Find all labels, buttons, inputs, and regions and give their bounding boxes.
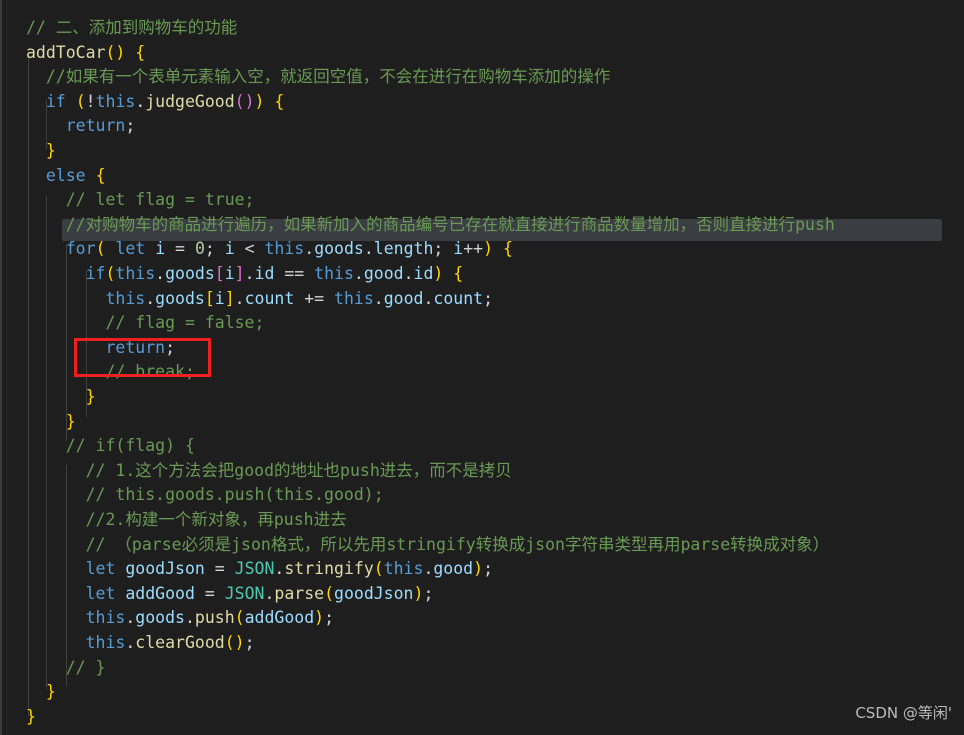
code-token-comment: // this.goods.push(this.good);	[85, 485, 384, 505]
code-line[interactable]: // let flag = true;	[0, 188, 964, 213]
code-token-method: stringify	[284, 559, 374, 579]
code-line[interactable]: let addGood = JSON.parse(goodJson);	[0, 582, 964, 607]
code-line[interactable]: if(this.goods[i].id == this.good.id) {	[0, 262, 964, 287]
code-token-number: 0	[194, 239, 205, 259]
code-line[interactable]: }	[0, 385, 964, 410]
code-token-function-name: addToCar	[26, 42, 106, 62]
code-token-variable: i	[155, 239, 166, 259]
code-token-comment: // flag = false;	[105, 313, 265, 333]
code-token-keyword-return-highlighted: return	[105, 337, 166, 357]
code-token-comment: // }	[65, 657, 106, 677]
code-line[interactable]: this.clearGood();	[0, 631, 964, 656]
code-line[interactable]: // flag = false;	[0, 311, 964, 336]
code-token-variable: goodJson	[125, 559, 205, 579]
code-line[interactable]: // this.goods.push(this.good);	[0, 483, 964, 508]
code-token-comment: //2.构建一个新对象，再push进去	[85, 510, 347, 529]
code-token-keyword-for: for	[65, 239, 96, 259]
code-line[interactable]: addToCar() {	[0, 41, 964, 66]
code-line[interactable]: this.goods[i].count += this.good.count;	[0, 287, 964, 312]
code-token-comment: // if(flag) {	[65, 436, 195, 456]
code-token-comment-selected: //对购物车的商品进行遍历，如果新加入的商品编号已存在就直接进行商品数量增加，否…	[65, 214, 835, 234]
code-line[interactable]: return;	[0, 336, 964, 361]
code-token-comment: // 1.这个方法会把good的地址也push进去，而不是拷贝	[85, 460, 512, 480]
code-line[interactable]: // 1.这个方法会把good的地址也push进去，而不是拷贝	[0, 459, 964, 484]
code-token-brace: {	[135, 42, 146, 62]
code-line[interactable]: }	[0, 139, 964, 164]
code-token-comment: //如果有一个表单元素输入空，就返回空值，不会在进行在购物车添加的操作	[26, 67, 611, 87]
code-token-comment: // 二、添加到购物车的功能	[26, 18, 238, 37]
code-line[interactable]: this.goods.push(addGood);	[0, 606, 964, 631]
code-line[interactable]: else {	[0, 164, 964, 189]
code-line[interactable]: let goodJson = JSON.stringify(this.good)…	[0, 557, 964, 582]
code-line[interactable]: }	[0, 410, 964, 435]
code-token-keyword-else: else	[45, 165, 86, 185]
code-token-method: judgeGood	[145, 91, 235, 111]
code-editor[interactable]: // 二、添加到购物车的功能 addToCar() { //如果有一个表单元素输…	[0, 0, 964, 735]
code-line[interactable]: }	[0, 680, 964, 705]
code-line[interactable]: // }	[0, 656, 964, 681]
code-token-keyword-let: let	[85, 559, 116, 579]
csdn-watermark: CSDN @等闲'	[855, 704, 952, 722]
code-token-object-json: JSON	[234, 559, 275, 579]
code-line[interactable]: return;	[0, 114, 964, 139]
code-token-keyword-if: if	[45, 91, 66, 111]
code-line[interactable]: //对购物车的商品进行遍历，如果新加入的商品编号已存在就直接进行商品数量增加，否…	[0, 213, 964, 238]
code-line[interactable]: }	[0, 705, 964, 730]
code-line[interactable]: //2.构建一个新对象，再push进去	[0, 508, 964, 533]
code-line[interactable]: // 二、添加到购物车的功能	[0, 16, 964, 41]
code-line[interactable]: for( let i = 0; i < this.goods.length; i…	[0, 237, 964, 262]
code-token-comment: // break;	[105, 362, 195, 382]
code-content[interactable]: // 二、添加到购物车的功能 addToCar() { //如果有一个表单元素输…	[0, 0, 964, 735]
code-line[interactable]: if (!this.judgeGood()) {	[0, 90, 964, 115]
code-token-keyword-return: return	[65, 116, 126, 136]
code-token-paren: ()	[105, 42, 126, 62]
code-line[interactable]: // if(flag) {	[0, 434, 964, 459]
code-token-comment: // （parse必须是json格式，所以先用stringify转换成json字…	[85, 534, 830, 554]
code-token-comment: // let flag = true;	[65, 190, 255, 210]
code-token-keyword-if: if	[85, 264, 106, 283]
code-token-keyword-let: let	[115, 239, 146, 259]
code-line[interactable]: // break;	[0, 360, 964, 385]
code-line[interactable]: //如果有一个表单元素输入空，就返回空值，不会在进行在购物车添加的操作	[0, 65, 964, 90]
code-line[interactable]: // （parse必须是json格式，所以先用stringify转换成json字…	[0, 533, 964, 558]
code-token-keyword-this: this	[95, 91, 136, 111]
